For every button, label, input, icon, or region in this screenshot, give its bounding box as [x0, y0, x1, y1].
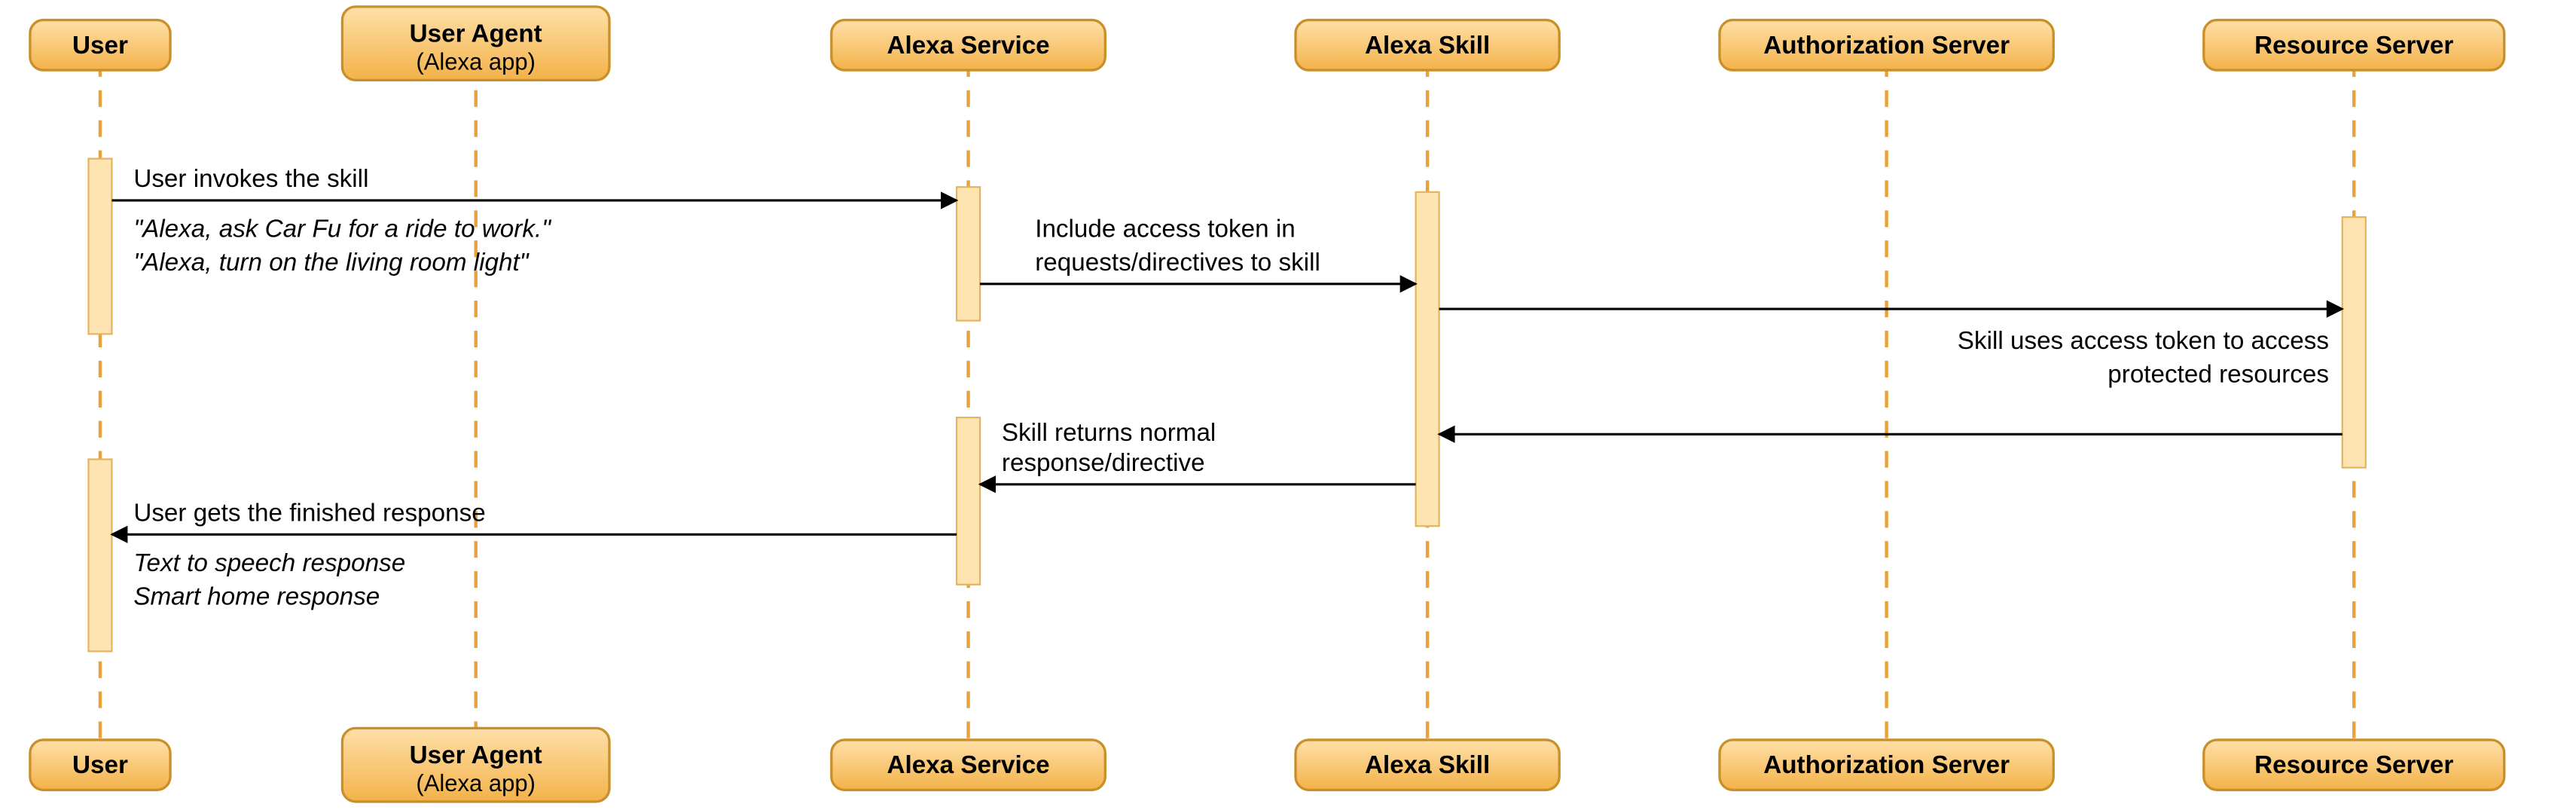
activation-alexa-service-2	[957, 417, 980, 585]
participant-user-agent-top-sub: (Alexa app)	[416, 48, 536, 75]
participant-alexa-skill-bottom-label: Alexa Skill	[1365, 751, 1490, 779]
participant-user-top: User	[30, 20, 170, 70]
msg-skill-returns-l1: Skill returns normal	[1002, 419, 1216, 447]
msg-user-invokes: User invokes the skill	[133, 165, 368, 193]
activation-alexa-service-1	[957, 187, 980, 320]
msg-user-invokes-quote1: "Alexa, ask Car Fu for a ride to work."	[133, 215, 552, 243]
activation-resource-srv-1	[2343, 217, 2366, 467]
participant-alexa-skill-top: Alexa Skill	[1296, 20, 1559, 70]
activation-alexa-skill-1	[1416, 192, 1439, 526]
participant-alexa-service-bottom: Alexa Service	[832, 740, 1106, 790]
participant-user-bottom-label: User	[72, 751, 128, 779]
participant-user-agent-top: User Agent (Alexa app)	[342, 7, 609, 81]
participant-resource-server-top-label: Resource Server	[2254, 32, 2453, 60]
participant-alexa-skill-top-label: Alexa Skill	[1365, 32, 1490, 60]
participant-auth-server-bottom-label: Authorization Server	[1763, 751, 2010, 779]
participant-user-bottom: User	[30, 740, 170, 790]
participant-user-agent-top-label: User Agent	[410, 20, 542, 47]
participant-alexa-service-bottom-label: Alexa Service	[887, 751, 1049, 779]
participant-user-agent-bottom: User Agent (Alexa app)	[342, 728, 609, 802]
participant-resource-server-bottom: Resource Server	[2204, 740, 2504, 790]
activation-user-2	[88, 460, 111, 652]
participant-user-agent-bottom-label: User Agent	[410, 741, 542, 769]
msg-finished-resp-s1: Text to speech response	[133, 549, 405, 577]
participant-auth-server-top-label: Authorization Server	[1763, 32, 2010, 60]
msg-finished-resp-s2: Smart home response	[133, 582, 380, 610]
participant-resource-server-bottom-label: Resource Server	[2254, 751, 2453, 779]
msg-skill-returns-l2: response/directive	[1002, 449, 1205, 477]
participant-resource-server-top: Resource Server	[2204, 20, 2504, 70]
msg-include-token-l2: requests/directives to skill	[1035, 249, 1320, 277]
sequence-diagram: User invokes the skill "Alexa, ask Car F…	[0, 0, 2576, 810]
msg-access-token-l1: Skill uses access token to access	[1958, 327, 2329, 355]
participant-auth-server-bottom: Authorization Server	[1720, 740, 2053, 790]
msg-access-token-l2: protected resources	[2107, 360, 2329, 388]
msg-include-token-l1: Include access token in	[1035, 215, 1295, 243]
participant-user-agent-bottom-sub: (Alexa app)	[416, 770, 536, 796]
msg-finished-resp: User gets the finished response	[133, 499, 485, 527]
participant-user-top-label: User	[72, 32, 128, 60]
participant-alexa-skill-bottom: Alexa Skill	[1296, 740, 1559, 790]
msg-user-invokes-quote2: "Alexa, turn on the living room light"	[133, 249, 530, 277]
participant-alexa-service-top-label: Alexa Service	[887, 32, 1049, 60]
activation-user-1	[88, 159, 111, 335]
participant-auth-server-top: Authorization Server	[1720, 20, 2053, 70]
participant-alexa-service-top: Alexa Service	[832, 20, 1106, 70]
